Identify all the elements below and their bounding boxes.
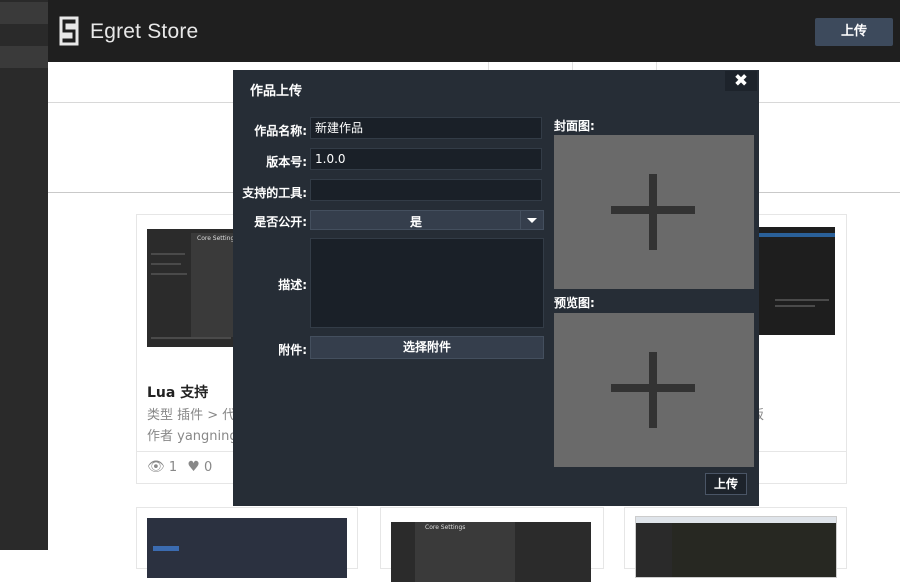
cover-image-label: 封面图:: [554, 119, 595, 133]
sidebar-item[interactable]: [0, 46, 48, 68]
brand-name[interactable]: Egret Store: [90, 20, 198, 44]
plus-icon: [649, 352, 657, 428]
thumb-caption: Core Settings: [425, 524, 466, 531]
card-thumbnail: Core Settings: [391, 522, 591, 582]
view-count: 1: [168, 460, 178, 475]
card-title[interactable]: Lua 支持: [147, 382, 208, 402]
upload-dialog: 作品上传 ✖ 作品名称: 新建作品 版本号: 1.0.0 支持的工具: 是否公开…: [233, 70, 759, 506]
card-thumbnail: [147, 518, 347, 578]
card-type: 类型 插件 > 代: [147, 408, 236, 423]
product-card[interactable]: [624, 507, 847, 578]
dialog-title: 作品上传: [250, 84, 303, 99]
public-label: 是否公开:: [254, 215, 307, 229]
eye-icon: 👁: [147, 459, 165, 475]
card-author: 作者 yangning: [147, 429, 238, 444]
description-textarea[interactable]: [310, 238, 544, 328]
preview-image-upload[interactable]: [554, 313, 754, 467]
egret-logo-icon[interactable]: [58, 16, 80, 46]
cover-image-upload[interactable]: [554, 135, 754, 289]
product-card[interactable]: [136, 507, 358, 578]
product-card[interactable]: Core Settings: [380, 507, 604, 582]
description-label: 描述:: [278, 278, 307, 292]
close-icon[interactable]: ✖: [725, 71, 757, 91]
left-sidebar: [0, 0, 48, 550]
public-select[interactable]: 是: [310, 210, 544, 230]
top-navbar: Egret Store 上传: [48, 0, 900, 62]
chevron-down-icon[interactable]: [520, 211, 543, 229]
plus-icon: [649, 174, 657, 250]
tools-field[interactable]: [310, 179, 542, 201]
preview-image-label: 预览图:: [554, 296, 595, 310]
sidebar-item[interactable]: [0, 2, 48, 24]
submit-upload-button[interactable]: 上传: [705, 473, 747, 495]
thumb-caption: Core Settings: [197, 235, 238, 242]
heart-icon: ♥: [187, 459, 200, 475]
version-field[interactable]: 1.0.0: [310, 148, 542, 170]
tools-label: 支持的工具:: [242, 186, 307, 200]
public-select-value: 是: [409, 215, 422, 229]
card-thumbnail: [635, 516, 837, 578]
like-count: 0: [204, 460, 213, 475]
name-field[interactable]: 新建作品: [310, 117, 542, 139]
choose-attachment-button[interactable]: 选择附件: [310, 336, 544, 359]
card-stats: 👁 1 ♥ 0: [147, 459, 212, 475]
version-label: 版本号:: [266, 155, 307, 169]
name-label: 作品名称:: [254, 124, 307, 138]
upload-button[interactable]: 上传: [815, 18, 893, 46]
attachment-label: 附件:: [278, 343, 307, 357]
